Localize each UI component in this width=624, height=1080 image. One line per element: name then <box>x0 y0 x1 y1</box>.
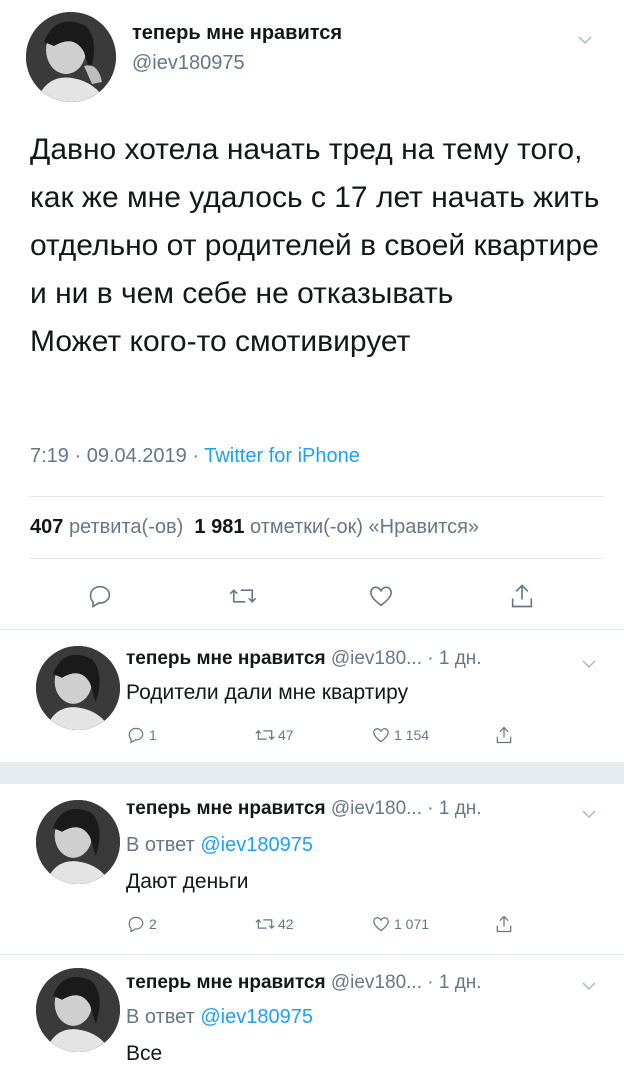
reply-text: Все <box>126 1042 163 1065</box>
display-name[interactable]: теперь мне нравится <box>126 972 326 993</box>
reply-to-mention[interactable]: @iev180975 <box>200 1006 313 1028</box>
reply-to-line: В ответ @iev180975 <box>126 1006 313 1029</box>
divider <box>0 629 624 630</box>
share-icon <box>508 582 536 610</box>
display-name[interactable]: теперь мне нравится <box>132 22 342 45</box>
reply-icon <box>126 914 146 934</box>
reply-to-line: В ответ @iev180975 <box>126 834 313 857</box>
share-button[interactable] <box>494 725 514 745</box>
avatar-image <box>26 12 116 102</box>
likes-count[interactable]: 1 981 <box>194 516 244 538</box>
like-count: 1 154 <box>394 727 430 743</box>
retweet-icon <box>254 725 276 745</box>
avatar-image <box>36 800 120 884</box>
avatar[interactable] <box>36 800 120 884</box>
retweets-count[interactable]: 407 <box>30 516 63 538</box>
heart-icon <box>370 914 392 934</box>
reply-header: теперь мне нравится @iev180... · 1 дн. <box>126 648 482 670</box>
chevron-down-icon[interactable] <box>578 32 592 45</box>
reply-text: Дают деньги <box>126 870 249 893</box>
reply-header: теперь мне нравится @iev180... · 1 дн. <box>126 972 482 994</box>
avatar-image <box>36 646 120 730</box>
chevron-down-icon[interactable] <box>582 978 596 991</box>
chevron-down-icon[interactable] <box>582 656 596 669</box>
like-button[interactable] <box>366 582 396 610</box>
reply-icon <box>86 582 114 610</box>
section-gap <box>0 762 624 784</box>
avatar[interactable] <box>36 646 120 730</box>
avatar[interactable] <box>36 968 120 1052</box>
tweet-text-line: Может кого-то смотивирует <box>30 325 411 358</box>
like-button[interactable]: 1 154 <box>370 725 429 745</box>
like-count: 1 071 <box>394 916 430 932</box>
reply-count: 1 <box>149 727 157 743</box>
share-button[interactable] <box>508 582 536 610</box>
avatar[interactable] <box>26 12 116 102</box>
reply-button[interactable] <box>86 582 114 610</box>
retweet-button[interactable]: 47 <box>254 725 294 745</box>
tweet-text: Давно хотела начать тред на тему того, к… <box>30 126 610 366</box>
share-button[interactable] <box>494 914 514 934</box>
avatar-image <box>36 968 120 1052</box>
like-button[interactable]: 1 071 <box>370 914 429 934</box>
user-handle[interactable]: @iev180975 <box>132 52 245 75</box>
handle-and-time[interactable]: @iev180... · 1 дн. <box>331 972 482 993</box>
main-tweet-actions <box>0 582 624 614</box>
display-name[interactable]: теперь мне нравится <box>126 798 326 819</box>
reply-to-mention[interactable]: @iev180975 <box>200 834 313 856</box>
share-icon <box>494 914 514 934</box>
reply-button[interactable]: 2 <box>126 914 157 934</box>
reply-header: теперь мне нравится @iev180... · 1 дн. <box>126 798 482 820</box>
reply-button[interactable]: 1 <box>126 725 157 745</box>
retweet-button[interactable]: 42 <box>254 914 294 934</box>
heart-icon <box>366 582 396 610</box>
tweet-stats: 407 ретвита(-ов) 1 981 отметки(-ок) «Нра… <box>30 516 479 539</box>
retweet-icon <box>254 914 276 934</box>
display-name[interactable]: теперь мне нравится <box>126 648 326 669</box>
divider <box>30 558 604 559</box>
share-icon <box>494 725 514 745</box>
retweet-count: 42 <box>278 916 294 932</box>
reply-icon <box>126 725 146 745</box>
divider <box>0 954 624 955</box>
handle-and-time[interactable]: @iev180... · 1 дн. <box>331 798 482 819</box>
reply-to-label: В ответ <box>126 834 195 856</box>
tweet-text-line: Давно хотела начать тред на тему того, к… <box>30 133 600 310</box>
tweet-timestamp: 7:19 · 09.04.2019 · <box>30 445 205 467</box>
retweets-label[interactable]: ретвита(-ов) <box>69 516 183 538</box>
reply-actions: 1 47 1 154 <box>0 725 624 757</box>
reply-count: 2 <box>149 916 157 932</box>
handle-and-time[interactable]: @iev180... · 1 дн. <box>331 648 482 669</box>
reply-actions: 2 42 1 071 <box>0 914 624 946</box>
tweet-meta: 7:19 · 09.04.2019 · Twitter for iPhone <box>30 445 360 468</box>
retweet-count: 47 <box>278 727 294 743</box>
likes-label[interactable]: отметки(-ок) «Нравится» <box>250 516 479 538</box>
chevron-down-icon[interactable] <box>582 806 596 819</box>
reply-text: Родители дали мне квартиру <box>126 681 409 704</box>
heart-icon <box>370 725 392 745</box>
retweet-icon <box>228 582 258 610</box>
divider <box>30 496 604 497</box>
tweet-source-link[interactable]: Twitter for iPhone <box>204 445 360 467</box>
retweet-button[interactable] <box>228 582 258 610</box>
reply-to-label: В ответ <box>126 1006 195 1028</box>
